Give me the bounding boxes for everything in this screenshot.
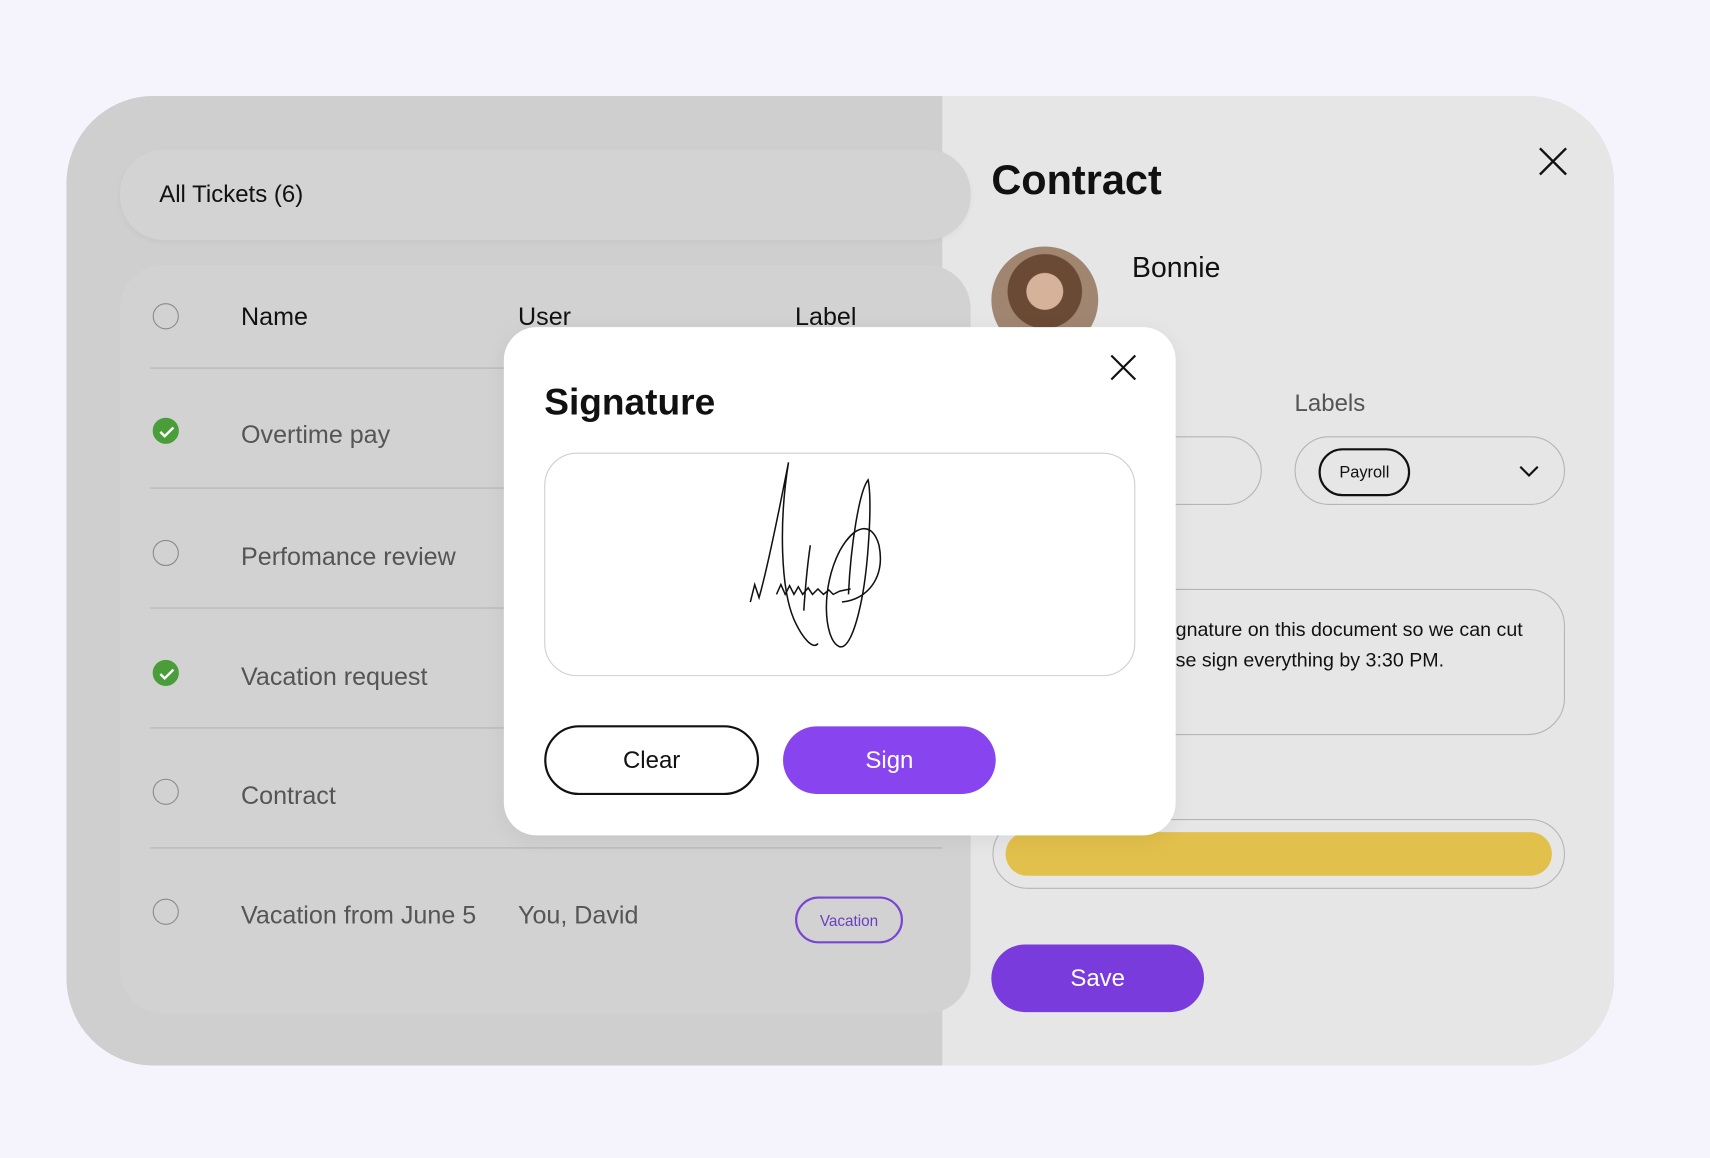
clear-button[interactable]: Clear [544, 725, 760, 796]
row-checkbox-checked[interactable] [152, 659, 179, 686]
message-line: se sign everything by 3:30 PM. [1175, 648, 1445, 671]
signature-modal: Signature Clear Sign [503, 327, 1176, 836]
ticket-name[interactable]: Vacation request [241, 662, 427, 691]
user-name: Bonnie [1132, 250, 1221, 284]
check-icon [159, 668, 175, 681]
ticket-name[interactable]: Overtime pay [241, 420, 390, 449]
column-name[interactable]: Name [241, 302, 308, 331]
panel-title: Contract [991, 158, 1162, 204]
sign-button[interactable]: Sign [783, 726, 996, 794]
ticket-name[interactable]: Vacation from June 5 [241, 901, 476, 930]
tickets-title: All Tickets (6) [159, 179, 304, 208]
row-checkbox[interactable] [152, 539, 179, 567]
label-badge: Vacation [795, 896, 904, 944]
save-button[interactable]: Save [991, 944, 1205, 1013]
select-all-checkbox[interactable] [152, 303, 179, 330]
progress-fill [1005, 832, 1552, 876]
close-icon[interactable] [1538, 146, 1569, 177]
chevron-down-icon[interactable] [1518, 464, 1540, 479]
tickets-header: All Tickets (6) [119, 149, 971, 240]
message-line: gnature on this document so we can cut [1175, 618, 1523, 641]
payroll-chip[interactable]: Payroll [1318, 448, 1411, 497]
signature-drawing [749, 462, 882, 648]
row-checkbox[interactable] [152, 898, 179, 925]
row-checkbox-checked[interactable] [152, 417, 179, 444]
labels-dropdown[interactable]: Payroll [1294, 436, 1566, 505]
divider [150, 847, 943, 849]
ticket-name[interactable]: Perfomance review [241, 542, 456, 571]
close-icon[interactable] [1110, 354, 1137, 381]
ticket-user: You, David [518, 900, 639, 930]
labels-label: Labels [1294, 389, 1366, 417]
modal-title: Signature [544, 381, 716, 424]
signature-pad[interactable] [544, 452, 1136, 677]
row-checkbox[interactable] [152, 778, 179, 805]
check-icon [159, 426, 175, 438]
ticket-name[interactable]: Contract [241, 781, 336, 810]
